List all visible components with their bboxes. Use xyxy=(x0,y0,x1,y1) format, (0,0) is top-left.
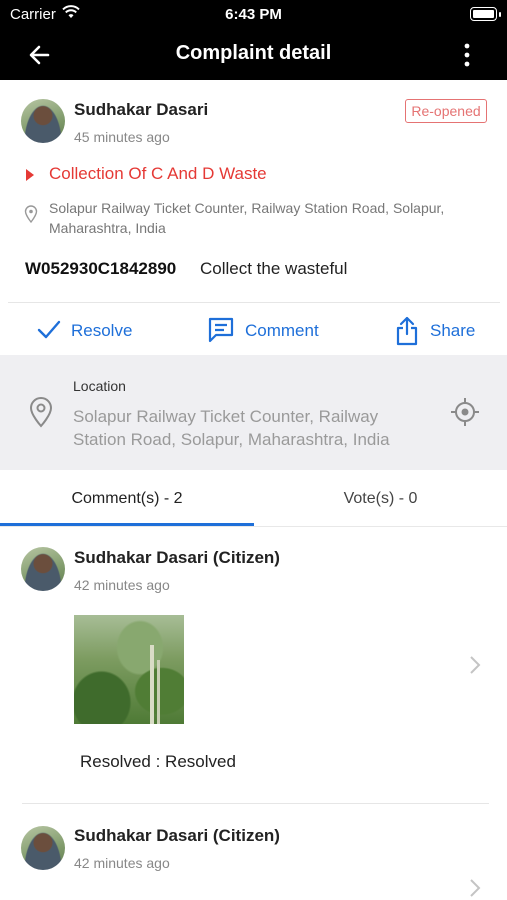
divider xyxy=(22,803,489,804)
tab-comments[interactable]: Comment(s) - 2 xyxy=(0,472,254,526)
comment-button[interactable]: Comment xyxy=(207,312,337,348)
complaint-time: 45 minutes ago xyxy=(74,129,170,145)
clock: 6:43 PM xyxy=(225,6,282,23)
complaint-id: W052930C1842890 xyxy=(25,259,177,278)
checkmark-icon xyxy=(37,320,61,339)
comment-author: Sudhakar Dasari (Citizen) xyxy=(74,826,280,845)
comment-time: 42 minutes ago xyxy=(74,577,170,593)
comment-author: Sudhakar Dasari (Citizen) xyxy=(74,548,280,567)
resolve-button[interactable]: Resolve xyxy=(36,312,146,348)
gps-locate-icon[interactable] xyxy=(450,397,480,427)
comment-time: 42 minutes ago xyxy=(74,855,170,871)
resolve-label: Resolve xyxy=(71,321,133,340)
comment-attachment-image[interactable] xyxy=(74,615,184,724)
complaint-category: Collection Of C And D Waste xyxy=(49,164,267,183)
avatar xyxy=(21,99,65,143)
status-badge: Re-opened xyxy=(405,99,487,123)
more-vertical-icon[interactable] xyxy=(455,42,479,68)
comment-icon xyxy=(208,317,234,343)
location-label: Location xyxy=(73,378,126,394)
location-value: Solapur Railway Ticket Counter, Railway … xyxy=(73,407,390,449)
avatar xyxy=(21,826,65,870)
location-panel[interactable]: Location Solapur Railway Ticket Counter,… xyxy=(0,355,507,470)
share-button[interactable]: Share xyxy=(395,312,495,348)
avatar xyxy=(21,547,65,591)
navigation-bar: Complaint detail xyxy=(0,30,507,80)
category-arrow-icon xyxy=(26,169,34,181)
complaint-address: Solapur Railway Ticket Counter, Railway … xyxy=(49,200,445,236)
share-label: Share xyxy=(430,321,476,340)
complaint-description: Collect the wasteful xyxy=(200,259,348,278)
location-pin-icon xyxy=(29,396,53,428)
page-title: Complaint detail xyxy=(175,42,332,64)
status-bar: Carrier 6:43 PM xyxy=(0,0,507,30)
battery-icon xyxy=(470,7,497,21)
chevron-right-icon[interactable] xyxy=(468,655,482,675)
complaint-author: Sudhakar Dasari xyxy=(74,100,209,119)
location-pin-icon xyxy=(24,205,38,223)
divider xyxy=(0,526,507,527)
tab-votes[interactable]: Vote(s) - 0 xyxy=(254,472,507,526)
comment-status: Resolved : Resolved xyxy=(80,752,236,771)
divider xyxy=(8,302,500,303)
comment-label: Comment xyxy=(245,321,319,340)
share-icon xyxy=(396,316,418,346)
chevron-right-icon[interactable] xyxy=(468,878,482,898)
